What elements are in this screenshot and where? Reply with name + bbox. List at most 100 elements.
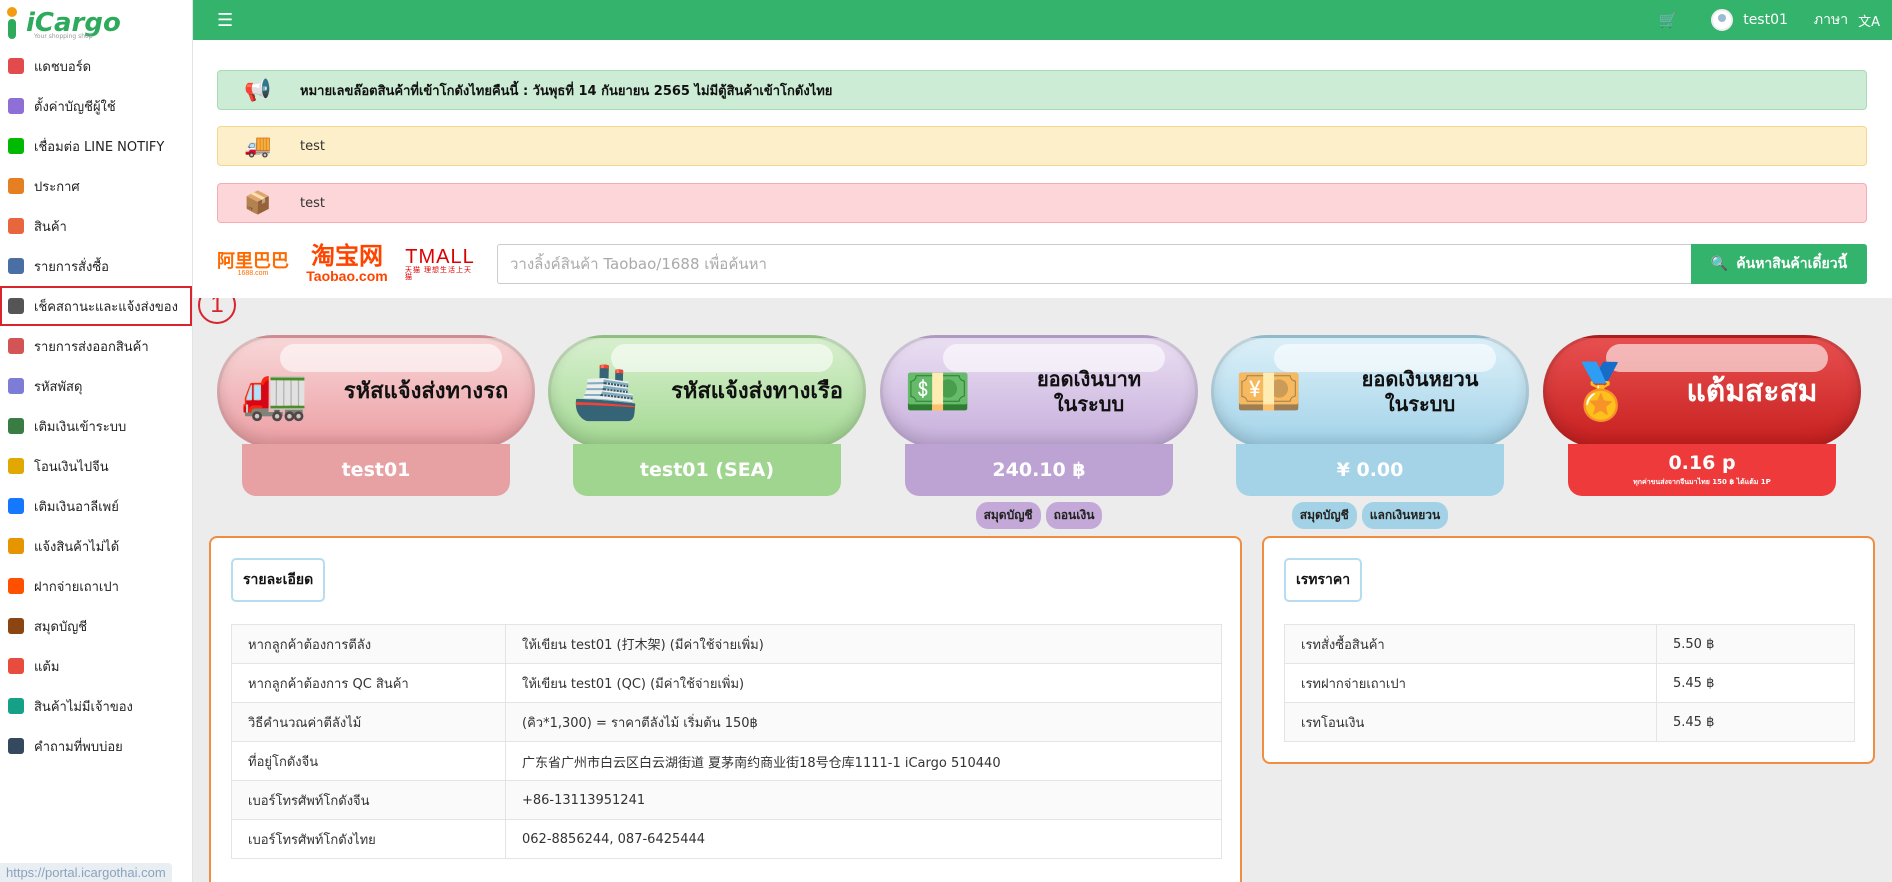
row-value: +86-13113951241 <box>505 780 1222 820</box>
exchange-yuan-button[interactable]: แลกเงินหยวน <box>1361 502 1449 529</box>
sidebar-item[interactable]: โอนเงินไปจีน <box>0 446 192 486</box>
table-row: เบอร์โทรศัพท์โกดังไทย 062-8856244, 087-64… <box>231 819 1222 859</box>
sidebar-item[interactable]: แจ้งสินค้าไม่ได้ <box>0 526 192 566</box>
alibaba-1688-logo[interactable]: 阿里巴巴 1688.com <box>217 252 289 277</box>
marketplace-logos: 阿里巴巴 1688.com 淘宝网 Taobao.com TMALL 天猫 理想… <box>217 242 475 286</box>
sidebar-item-label: แต้ม <box>34 659 60 675</box>
sidebar-item[interactable]: คำถามที่พบบ่อย <box>0 726 192 766</box>
baht-ledger-button[interactable]: สมุดบัญชี <box>975 502 1041 529</box>
row-label: วิธีคำนวณค่าตีลังไม้ <box>231 702 506 742</box>
sidebar-item[interactable]: แดชบอร์ด <box>0 46 192 86</box>
points-value: 0.16 p ทุกค่าขนส่งจากจีนมาไทย 150 ฿ ได้แ… <box>1568 444 1836 496</box>
card-title: รหัสแจ้งส่งทางรถ <box>343 378 509 404</box>
sidebar-item[interactable]: เชื่อมต่อ LINE NOTIFY <box>0 126 192 166</box>
sidebar-item[interactable]: รายการสั่งซื้อ <box>0 246 192 286</box>
baht-balance-value: 240.10 ฿ <box>905 444 1173 496</box>
chart-icon <box>8 58 24 74</box>
sidebar-item-label: คำถามที่พบบ่อย <box>34 739 123 755</box>
table-row: เรทฝากจ่ายเถาเปา 5.45 ฿ <box>1284 663 1855 703</box>
username[interactable]: test01 <box>1743 12 1788 28</box>
row-label: หากลูกค้าต้องการตีลัง <box>231 624 506 664</box>
yuan-balance-pill[interactable]: 💴 ยอดเงินหยวน ในระบบ <box>1211 335 1529 448</box>
card-value: test01 <box>341 459 411 481</box>
sidebar-item-label: เชื่อมต่อ LINE NOTIFY <box>34 139 165 155</box>
alibaba-logo-text: 阿里巴巴 <box>217 250 289 271</box>
sidebar-item[interactable]: รหัสพัสดุ <box>0 366 192 406</box>
sidebar-item[interactable]: เช็คสถานะและแจ้งส่งของ <box>0 286 192 326</box>
truck-code-value: test01 <box>242 444 510 496</box>
row-label: เรทสั่งซื้อสินค้า <box>1284 624 1657 664</box>
sidebar-item[interactable]: ประกาศ <box>0 166 192 206</box>
status-bar-url: https://portal.icargothai.com <box>0 863 172 882</box>
parcel-code-icon <box>8 378 24 394</box>
search-now-button[interactable]: 🔍 ค้นหาสินค้าเดี๋ยวนี้ <box>1691 244 1867 284</box>
card-title: แต้มสะสม <box>1686 373 1818 409</box>
row-label: เบอร์โทรศัพท์โกดังไทย <box>231 819 506 859</box>
tmall-logo-text: TMALL <box>405 246 475 268</box>
withdraw-button[interactable]: ถอนเงิน <box>1045 502 1103 529</box>
yuan-ledger-button[interactable]: สมุดบัญชี <box>1291 502 1357 529</box>
baht-balance-pill[interactable]: 💵 ยอดเงินบาท ในระบบ <box>880 335 1198 448</box>
ship-code-pill[interactable]: 🚢 รหัสแจ้งส่งทางเรือ <box>548 335 866 448</box>
card-title: ยอดเงินบาท ในระบบ <box>983 367 1195 417</box>
sidebar-item-label: ฝากจ่ายเถาเปา <box>34 579 119 595</box>
truck-code-card: 🚛 รหัสแจ้งส่งทางรถ test01 <box>217 335 535 496</box>
baht-coin-icon: 💵 <box>904 359 972 423</box>
table-row: หากลูกค้าต้องการตีลัง ให้เขียน test01 (打木… <box>231 624 1222 664</box>
points-pill[interactable]: 🏅 แต้มสะสม <box>1543 335 1861 448</box>
top-panel: 📢 หมายเลขล๊อตสินค้าที่เข้าโกดังไทยคืนนี้… <box>193 40 1892 298</box>
topup-icon <box>8 418 24 434</box>
alibaba-logo-sub: 1688.com <box>237 269 269 277</box>
cart-icon[interactable]: 🛒 <box>1659 11 1678 29</box>
sidebar-item-label: สินค้าไม่มีเจ้าของ <box>34 699 133 715</box>
row-value: 广东省广州市白云区白云湖街道 夏茅南约商业街18号仓库1111-1 iCargo… <box>505 741 1222 781</box>
sidebar-item[interactable]: เติมเงินเข้าระบบ <box>0 406 192 446</box>
boxes-icon: 📦 <box>244 190 272 216</box>
sidebar-item[interactable]: สินค้า <box>0 206 192 246</box>
row-label: หากลูกค้าต้องการ QC สินค้า <box>231 663 506 703</box>
yuan-balance-value: ¥ 0.00 <box>1236 444 1504 496</box>
sidebar-item-label: รหัสพัสดุ <box>34 379 83 395</box>
box-notice-text: test <box>300 195 325 211</box>
yuan-balance-card: 💴 ยอดเงินหยวน ในระบบ ¥ 0.00 สมุดบัญชี แล… <box>1211 335 1529 529</box>
sidebar-item[interactable]: ตั้งค่าบัญชีผู้ใช้ <box>0 86 192 126</box>
main-content: 📢 หมายเลขล๊อตสินค้าที่เข้าโกดังไทยคืนนี้… <box>193 40 1892 882</box>
taobao-pay-icon <box>8 578 24 594</box>
menu-toggle-icon[interactable]: ☰ <box>217 10 233 31</box>
top-bar: ☰ 🛒 test01 ภาษา 文A <box>193 0 1892 40</box>
product-link-search-input[interactable] <box>497 244 1692 284</box>
sidebar-item-label: รายการส่งออกสินค้า <box>34 339 149 355</box>
rates-panel: เรทราคา เรทสั่งซื้อสินค้า 5.50 ฿เรทฝากจ่า… <box>1262 536 1875 764</box>
faq-icon <box>8 738 24 754</box>
card-value: ¥ 0.00 <box>1336 459 1404 481</box>
user-settings-icon <box>8 98 24 114</box>
row-label: ที่อยู่โกดังจีน <box>231 741 506 781</box>
translate-icon[interactable]: 文A <box>1858 11 1880 30</box>
unclaimed-icon <box>8 698 24 714</box>
box-notice-alert: 📦 test <box>217 183 1867 223</box>
table-row: เบอร์โทรศัพท์โกดังจีน +86-13113951241 <box>231 780 1222 820</box>
language-label[interactable]: ภาษา <box>1814 9 1848 31</box>
truck-notice-text: test <box>300 138 325 154</box>
card-value: 240.10 ฿ <box>992 459 1086 481</box>
row-value: ให้เขียน test01 (QC) (มีค่าใช้จ่ายเพิ่ม) <box>505 663 1222 703</box>
table-row: ที่อยู่โกดังจีน 广东省广州市白云区白云湖街道 夏茅南约商业街18号… <box>231 741 1222 781</box>
logo-tagline: Your shopping shop <box>34 33 93 40</box>
avatar[interactable] <box>1711 9 1734 31</box>
tmall-logo[interactable]: TMALL 天猫 理想生活上天猫 <box>405 247 475 281</box>
sidebar-item[interactable]: สินค้าไม่มีเจ้าของ <box>0 686 192 726</box>
ship-code-value: test01 (SEA) <box>573 444 841 496</box>
taobao-logo[interactable]: 淘宝网 Taobao.com <box>299 245 395 284</box>
app-logo[interactable]: iCargo Your shopping shop <box>0 0 192 46</box>
sidebar-item[interactable]: ฝากจ่ายเถาเปา <box>0 566 192 606</box>
truck-code-pill[interactable]: 🚛 รหัสแจ้งส่งทางรถ <box>217 335 535 448</box>
megaphone-icon <box>8 178 24 194</box>
sidebar-item[interactable]: สมุดบัญชี <box>0 606 192 646</box>
row-value: 062-8856244, 087-6425444 <box>505 819 1222 859</box>
sidebar-item[interactable]: แต้ม <box>0 646 192 686</box>
megaphone-icon: 📢 <box>244 77 272 103</box>
sidebar-item-label: แดชบอร์ด <box>34 59 92 75</box>
sidebar-item[interactable]: รายการส่งออกสินค้า <box>0 326 192 366</box>
sidebar-item[interactable]: เติมเงินอาลีเพย์ <box>0 486 192 526</box>
sidebar-item-label: รายการสั่งซื้อ <box>34 259 109 275</box>
